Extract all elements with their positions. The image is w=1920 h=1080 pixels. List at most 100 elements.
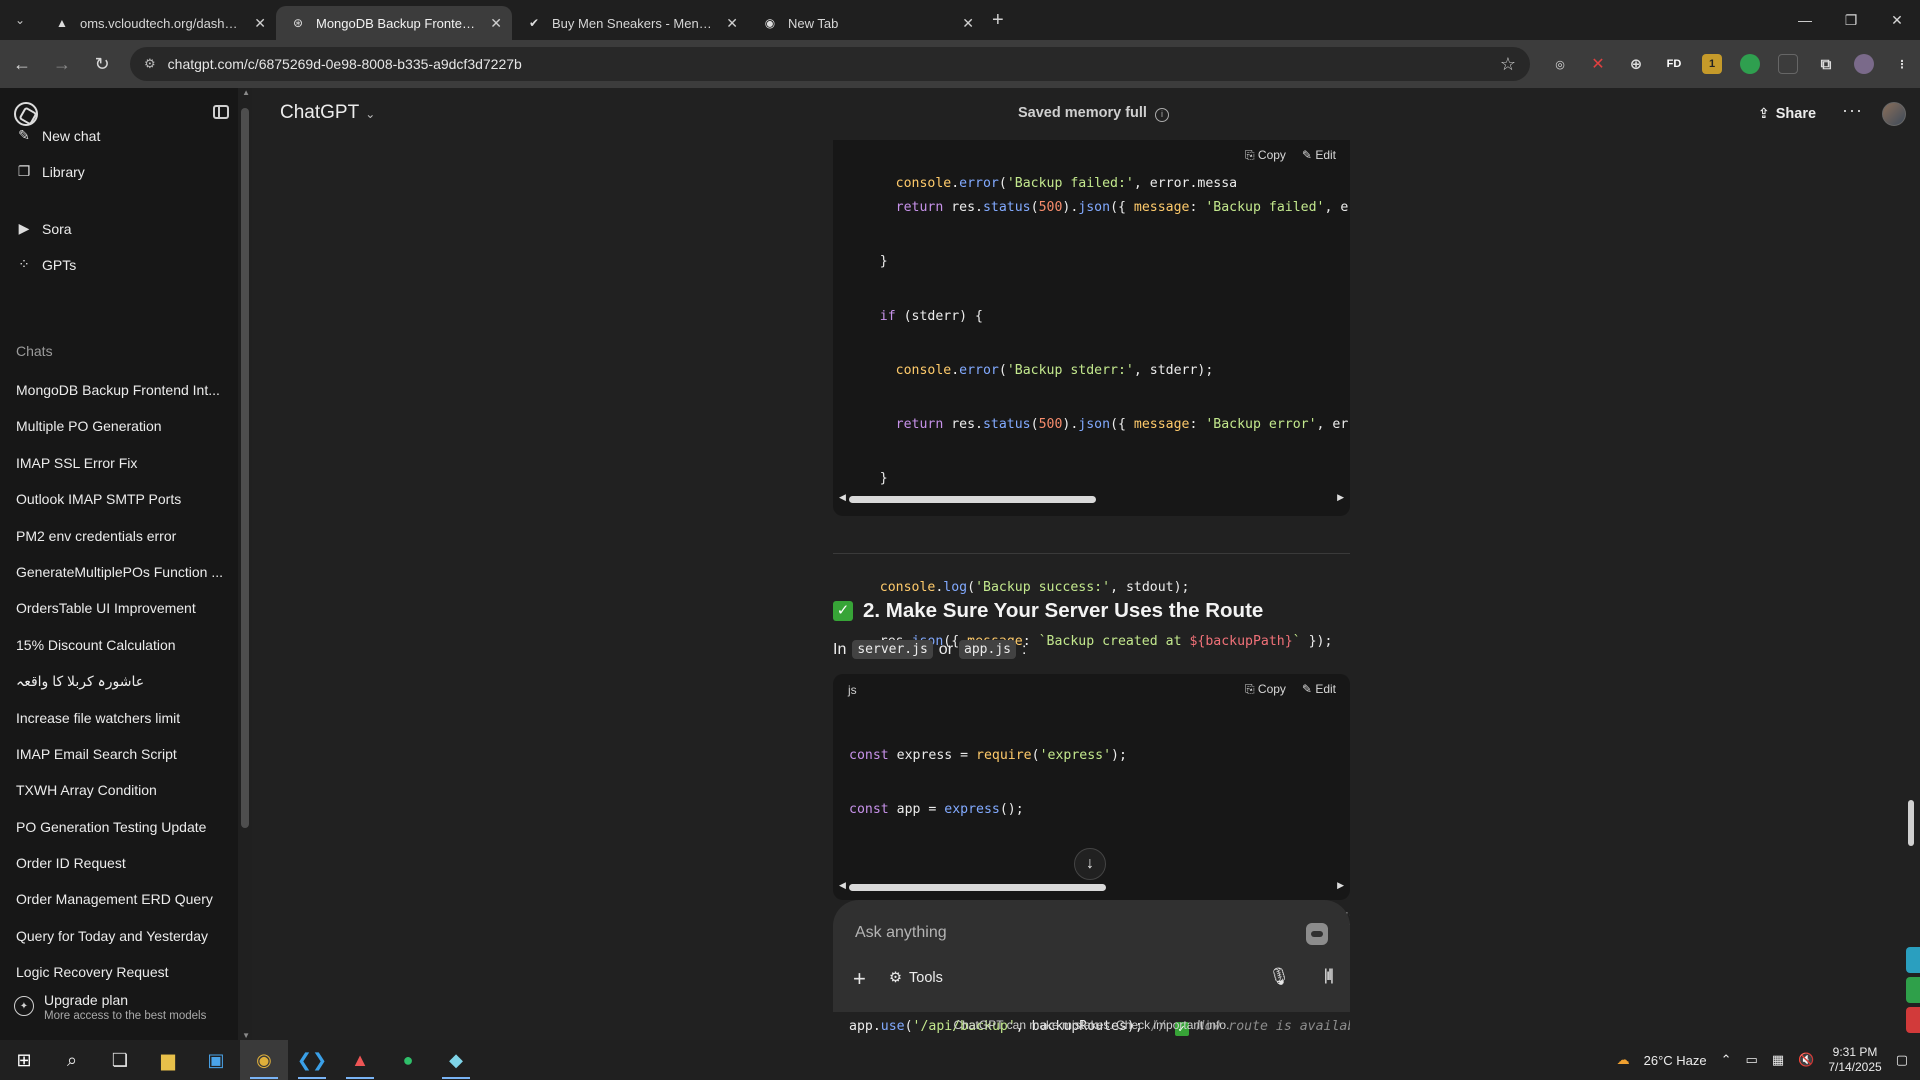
chat-history-item[interactable]: Outlook IMAP SMTP Ports [0,481,238,517]
more-options-icon[interactable]: ··· [1842,100,1863,121]
minimize-icon[interactable]: — [1782,0,1828,40]
scroll-down-arrow-icon[interactable]: ▼ [242,1031,250,1040]
close-tab-icon[interactable]: ✕ [254,15,266,32]
user-avatar[interactable] [1882,102,1906,126]
clock[interactable]: 9:31 PM 7/14/2025 [1828,1045,1881,1075]
badge-extension-icon[interactable]: 1 [1702,54,1722,74]
code-horizontal-scrollbar[interactable]: ◀ ▶ [839,492,1344,506]
sidebar-scroll-thumb[interactable] [241,108,249,828]
chat-history-item[interactable]: 15% Discount Calculation [0,627,238,663]
share-button[interactable]: ⇪ Share [1758,105,1816,122]
browser-menu-icon[interactable]: ⋮ [1892,54,1912,74]
chat-history-item[interactable]: PM2 env credentials error [0,518,238,554]
green-extension-icon[interactable] [1740,54,1760,74]
circle-app-taskbar-icon[interactable]: ● [384,1040,432,1080]
scroll-left-arrow-icon[interactable]: ◀ [839,880,846,891]
edit-code-button[interactable]: ✎ Edit [1302,682,1336,697]
chat-history-item[interactable]: Order Management ERD Query [0,881,238,917]
browser-tab-chatgpt[interactable]: ⊛ MongoDB Backup Frontend Int ✕ [276,6,512,40]
chat-history-item[interactable]: GenerateMultiplePOs Function ... [0,554,238,590]
tab-search-chevron-icon[interactable]: ⌄ [6,6,34,34]
address-bar[interactable]: ⚙ chatgpt.com/c/6875269d-0e98-8008-b335-… [130,47,1530,81]
page-scroll-thumb[interactable] [1908,800,1914,846]
sidebar-item-new-chat[interactable]: ✎ New chat [16,127,100,144]
back-icon[interactable]: ← [4,46,40,82]
profile-avatar-icon[interactable] [1854,54,1874,74]
chat-history-item[interactable]: Logic Recovery Request [0,954,238,990]
fd-extension-icon[interactable]: FD [1664,54,1684,74]
scroll-right-arrow-icon[interactable]: ▶ [1337,880,1344,891]
globe-extension-icon[interactable]: ⊕ [1626,54,1646,74]
vscode-taskbar-icon[interactable]: ❮❯ [288,1040,336,1080]
scroll-left-arrow-icon[interactable]: ◀ [839,492,846,503]
edge-tab-blue[interactable] [1906,947,1920,973]
search-icon[interactable]: ⌕ [48,1040,96,1080]
chat-history-item[interactable]: IMAP Email Search Script [0,736,238,772]
task-view-icon[interactable]: ❏ [96,1040,144,1080]
sidebar-scrollbar[interactable]: ▲ ▼ [238,88,252,1040]
model-selector[interactable]: ChatGPT ⌄ [280,102,375,124]
scroll-to-bottom-arrow-icon[interactable]: ↓ [1074,848,1106,880]
chat-history-item[interactable]: Increase file watchers limit [0,700,238,736]
openai-logo-icon[interactable] [14,102,38,126]
attach-plus-icon[interactable]: + [853,966,866,992]
glasses-extension-icon[interactable]: ◎ [1550,54,1570,74]
close-tab-icon[interactable]: ✕ [490,15,502,32]
bookmark-star-icon[interactable]: ☆ [1500,54,1516,75]
chat-history-item[interactable]: Query for Today and Yesterday [0,918,238,954]
weather-text[interactable]: 26°C Haze [1644,1053,1707,1068]
forward-icon[interactable]: → [44,46,80,82]
browser-tab-sneakers[interactable]: ✔ Buy Men Sneakers - Men's Urb ✕ [512,6,748,40]
battery-icon[interactable]: ▭ [1746,1052,1758,1068]
close-window-icon[interactable]: ✕ [1874,0,1920,40]
scroll-right-arrow-icon[interactable]: ▶ [1337,492,1344,503]
scroll-up-arrow-icon[interactable]: ▲ [242,88,250,97]
close-tab-icon[interactable]: ✕ [962,15,974,32]
prompt-input[interactable]: Ask anything [855,924,947,942]
tools-button[interactable]: ⚙ Tools [889,970,943,986]
red-x-extension-icon[interactable]: ✕ [1588,54,1608,74]
volume-muted-icon[interactable]: 🔇 [1798,1052,1814,1068]
robot-icon[interactable] [1306,923,1328,945]
restore-icon[interactable]: ❐ [1828,0,1874,40]
app-taskbar-icon[interactable]: ▲ [336,1040,384,1080]
microphone-icon[interactable]: 🎙 [1268,967,1290,987]
notifications-icon[interactable]: ▢ [1896,1052,1908,1068]
new-tab-plus-icon[interactable]: + [992,9,1004,32]
chat-history-item[interactable]: PO Generation Testing Update [0,809,238,845]
close-tab-icon[interactable]: ✕ [726,15,738,32]
network-icon[interactable]: ▦ [1772,1052,1784,1068]
voice-mode-icon[interactable]: |ıl| [1324,967,1334,985]
info-icon[interactable]: i [1154,108,1169,122]
tray-chevron-icon[interactable]: ⌃ [1721,1052,1732,1068]
screen-extension-icon[interactable] [1778,54,1798,74]
browser-tab-oms[interactable]: ▲ oms.vcloudtech.org/dashboard ✕ [40,6,276,40]
chat-history-item[interactable]: عاشورہ کربلا کا واقعہ [0,663,238,699]
sidebar-item-library[interactable]: ❐ Library [16,163,85,180]
upgrade-plan-button[interactable]: ✦ Upgrade plan More access to the best m… [14,992,206,1022]
browser-tab-newtab[interactable]: ◉ New Tab ✕ [748,6,984,40]
chat-history-item[interactable]: IMAP SSL Error Fix [0,445,238,481]
store-icon[interactable]: ▣ [192,1040,240,1080]
copy-code-button[interactable]: ⎘ Copy [1245,682,1286,697]
sidebar-item-gpts[interactable]: ⁘ GPTs [16,256,76,273]
site-info-icon[interactable]: ⚙ [144,56,156,72]
chat-history-item[interactable]: Multiple PO Generation [0,408,238,444]
code-scroll-thumb[interactable] [849,496,1096,503]
sidebar-toggle-icon[interactable] [213,105,229,119]
code-scroll-thumb[interactable] [849,884,1106,891]
puzzle-extensions-icon[interactable]: ⧉ [1816,54,1836,74]
file-explorer-icon[interactable]: ▆ [144,1040,192,1080]
windows-start-icon[interactable]: ⊞ [0,1040,48,1080]
edge-tab-red[interactable] [1906,1007,1920,1033]
diamond-app-taskbar-icon[interactable]: ◆ [432,1040,480,1080]
chat-history-item[interactable]: MongoDB Backup Frontend Int... [0,372,238,408]
chrome-taskbar-icon[interactable]: ◉ [240,1040,288,1080]
sidebar-item-sora[interactable]: ▶ Sora [16,220,72,237]
edit-code-button[interactable]: ✎ Edit [1302,148,1336,163]
code-horizontal-scrollbar[interactable]: ◀ ▶ [839,880,1344,894]
chat-history-item[interactable]: OrdersTable UI Improvement [0,590,238,626]
chat-history-item[interactable]: Order ID Request [0,845,238,881]
chat-history-item[interactable]: TXWH Array Condition [0,772,238,808]
reload-icon[interactable]: ↻ [84,46,120,82]
